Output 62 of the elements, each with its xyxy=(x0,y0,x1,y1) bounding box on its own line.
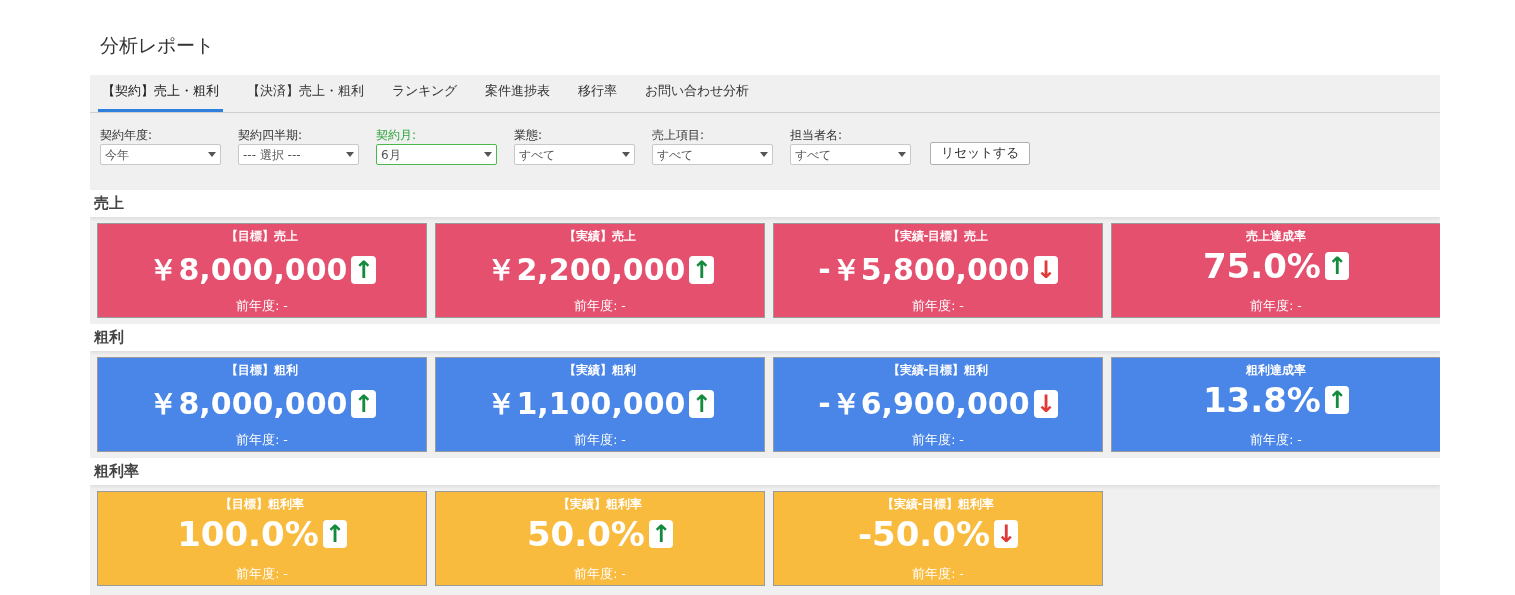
dropdown-caret-icon xyxy=(484,152,492,157)
filter-label: 担当者名: xyxy=(790,127,844,143)
section-heading: 売上 xyxy=(94,193,124,215)
previous-year-text: 前年度: - xyxy=(236,566,288,582)
filter-select[interactable]: --- 選択 --- xyxy=(238,144,359,165)
dropdown-caret-icon xyxy=(208,152,216,157)
tab[interactable]: 【決済】売上・粗利 xyxy=(243,75,368,112)
card-value: 50.0% xyxy=(526,516,645,552)
filter-select[interactable]: すべて xyxy=(514,144,635,165)
card-title: 【実績】売上 xyxy=(564,228,636,244)
tab[interactable]: 【契約】売上・粗利 xyxy=(98,75,223,112)
card-title: 粗利達成率 xyxy=(1246,362,1306,378)
filter-select[interactable]: すべて xyxy=(790,144,911,165)
filter-label: 業態: xyxy=(514,127,544,143)
card-value: 13.8% xyxy=(1202,382,1321,418)
previous-year-text: 前年度: - xyxy=(1250,432,1302,448)
previous-year-text: 前年度: - xyxy=(236,298,288,314)
card-value: -￥6,900,000 xyxy=(818,386,1030,422)
previous-year-text: 前年度: - xyxy=(574,432,626,448)
card-value: 75.0% xyxy=(1202,248,1321,284)
filter-label: 売上項目: xyxy=(652,127,706,143)
filter-label: 契約月: xyxy=(376,127,418,143)
card-title: 【実績-目標】売上 xyxy=(887,228,989,244)
filter-label: 契約四半期: xyxy=(238,127,304,143)
card-value: -50.0% xyxy=(857,516,990,552)
card-title: 【実績】粗利 xyxy=(564,362,636,378)
card-title: 【実績-目標】粗利 xyxy=(887,362,989,378)
tab[interactable]: 案件進捗表 xyxy=(481,75,554,112)
tab[interactable]: お問い合わせ分析 xyxy=(641,75,753,112)
tab[interactable]: 移行率 xyxy=(574,75,621,112)
previous-year-text: 前年度: - xyxy=(574,298,626,314)
card-title: 【目標】粗利率 xyxy=(220,496,304,512)
previous-year-text: 前年度: - xyxy=(1250,298,1302,314)
dropdown-caret-icon xyxy=(898,152,906,157)
filter-select[interactable]: 今年 xyxy=(100,144,221,165)
filter-label: 契約年度: xyxy=(100,127,154,143)
card-title: 【目標】売上 xyxy=(226,228,298,244)
previous-year-text: 前年度: - xyxy=(912,566,964,582)
card-value: ￥1,100,000 xyxy=(486,386,686,422)
card-value: ￥2,200,000 xyxy=(486,252,686,288)
card-value: ￥8,000,000 xyxy=(148,252,348,288)
page-title: 分析レポート xyxy=(100,33,214,58)
previous-year-text: 前年度: - xyxy=(912,298,964,314)
previous-year-text: 前年度: - xyxy=(236,432,288,448)
card-title: 【実績-目標】粗利率 xyxy=(881,496,995,512)
previous-year-text: 前年度: - xyxy=(912,432,964,448)
card-value: -￥5,800,000 xyxy=(818,252,1030,288)
card-title: 【実績】粗利率 xyxy=(558,496,642,512)
dropdown-caret-icon xyxy=(346,152,354,157)
section-heading: 粗利率 xyxy=(94,461,139,483)
section-heading: 粗利 xyxy=(94,327,124,349)
card-value: 100.0% xyxy=(177,516,319,552)
dropdown-caret-icon xyxy=(622,152,630,157)
card-title: 売上達成率 xyxy=(1246,228,1306,244)
card-title: 【目標】粗利 xyxy=(226,362,298,378)
card-value: ￥8,000,000 xyxy=(148,386,348,422)
dropdown-caret-icon xyxy=(760,152,768,157)
filter-select[interactable]: 6月 xyxy=(376,144,497,165)
filter-select[interactable]: すべて xyxy=(652,144,773,165)
tab[interactable]: ランキング xyxy=(388,75,461,112)
previous-year-text: 前年度: - xyxy=(574,566,626,582)
reset-button[interactable]: リセットする xyxy=(930,142,1030,165)
